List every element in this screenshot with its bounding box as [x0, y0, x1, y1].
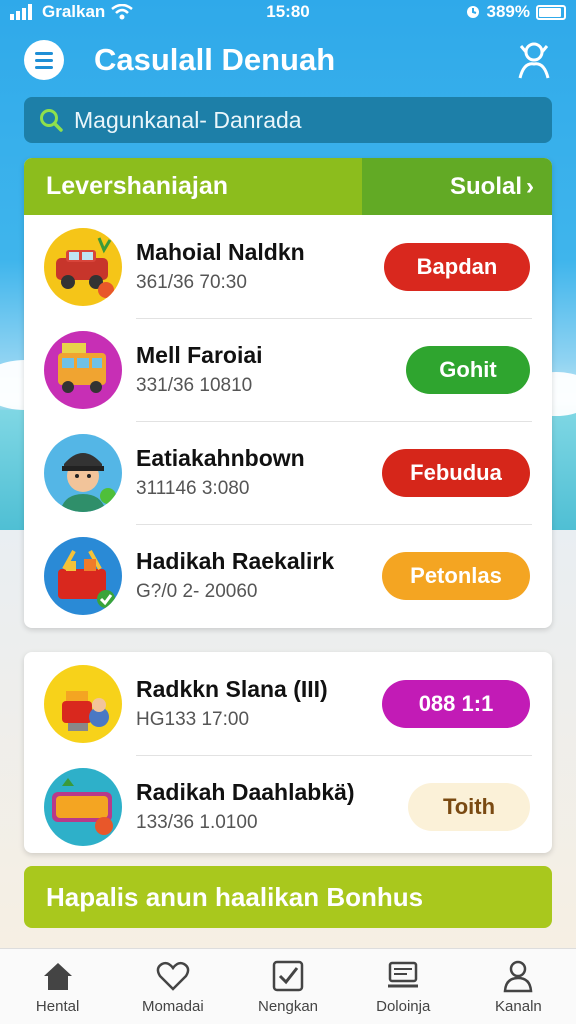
battery-percent: 389% — [486, 2, 530, 21]
tab-label: Momadai — [141, 998, 204, 1015]
page-title: Casulall Denuah — [94, 42, 336, 77]
tab-home[interactable]: Hental — [0, 949, 115, 1024]
item-action-button[interactable]: Gohit — [406, 345, 530, 394]
item-action-label: Bapdan — [416, 253, 498, 279]
item-action-button[interactable]: Febudua — [382, 448, 530, 497]
bonus-text: Hapalis anun haalikan Bonhus — [46, 881, 424, 912]
tab-favorites[interactable]: Momadai — [115, 949, 230, 1024]
list-item[interactable]: Radkkn Slana (III) HG133 17:00 088 1:1 — [24, 652, 552, 755]
tab-profile[interactable]: Kanaln — [461, 949, 576, 1024]
tab-monitor[interactable]: Doloinja — [346, 949, 461, 1024]
car-avatar — [44, 227, 122, 306]
bus-avatar — [44, 330, 122, 409]
alarm-icon — [466, 6, 479, 18]
chevron-right-icon: › — [526, 172, 534, 200]
tab-label: Hental — [35, 998, 80, 1015]
item-action-label: Petonlas — [410, 562, 502, 588]
bus-icon — [58, 342, 106, 393]
menu-icon-line — [35, 65, 53, 69]
profile-icon[interactable] — [516, 40, 552, 80]
car-icon — [56, 236, 114, 298]
item-action-label: 088 1:1 — [418, 690, 494, 716]
tab-label: Kanaln — [495, 998, 542, 1015]
section-title: Levershaniajan — [24, 158, 362, 215]
item-action-button[interactable]: Toith — [408, 782, 530, 831]
section-header: Levershaniajan Suolal › — [24, 158, 552, 215]
home-icon — [43, 963, 72, 990]
basket-icon — [58, 549, 115, 608]
cooking-avatar — [44, 664, 122, 743]
main-list-card: Levershaniajan Suolal › Mahoial Naldkn 3… — [24, 158, 552, 628]
menu-button[interactable] — [24, 40, 64, 80]
boy-icon — [60, 452, 116, 512]
user-icon — [504, 960, 533, 993]
section-action-button[interactable]: Suolal › — [362, 158, 552, 215]
bonus-banner[interactable]: Hapalis anun haalikan Bonhus — [24, 866, 552, 928]
monitor-icon — [388, 961, 419, 988]
badge-icon — [52, 777, 113, 835]
menu-icon-line — [35, 51, 53, 55]
menu-icon-line — [35, 58, 53, 62]
battery-icon — [536, 4, 566, 20]
search-text: Magunkanal- Danrada — [74, 106, 302, 133]
list-item[interactable]: Eatiakahnbown 311146 3:080 Febudua — [24, 421, 552, 524]
search-input[interactable]: Magunkanal- Danrada — [24, 97, 552, 143]
heart-icon — [156, 961, 190, 991]
badge-avatar — [44, 767, 122, 846]
cooking-icon — [62, 690, 109, 731]
list-item[interactable]: Radikah Daahlabkä) 133/36 1.0100 Toith — [24, 755, 552, 853]
list-item[interactable]: Mahoial Naldkn 361/36 70:30 Bapdan — [24, 215, 552, 318]
checkbox-icon — [272, 960, 304, 992]
item-action-label: Gohit — [439, 356, 497, 382]
person-avatar — [44, 433, 122, 512]
item-action-button[interactable]: Bapdan — [384, 242, 530, 291]
section-action-label: Suolal — [449, 172, 522, 200]
search-icon — [40, 109, 63, 132]
item-action-label: Toith — [442, 793, 496, 819]
item-action-button[interactable]: 088 1:1 — [382, 679, 530, 728]
list-item[interactable]: Hadikah Raekalirk G?/0 2- 20060 Petonlas — [24, 524, 552, 627]
list-item[interactable]: Mell Faroiai 331/36 10810 Gohit — [24, 318, 552, 421]
secondary-list-card: Radkkn Slana (III) HG133 17:00 088 1:1 R… — [24, 652, 552, 853]
basket-avatar — [44, 536, 122, 615]
tab-label: Doloinja — [376, 998, 431, 1015]
tab-tasks[interactable]: Nengkan — [230, 949, 345, 1024]
status-bar: Gralkan 15:80 389% — [0, 0, 576, 26]
app-header: Casulall Denuah — [24, 36, 552, 84]
item-action-button[interactable]: Petonlas — [382, 551, 530, 600]
item-action-label: Febudua — [410, 459, 502, 485]
tab-label: Nengkan — [257, 998, 319, 1015]
bottom-tab-bar: Hental Momadai Nengkan Doloinja Kanaln — [0, 948, 576, 1024]
